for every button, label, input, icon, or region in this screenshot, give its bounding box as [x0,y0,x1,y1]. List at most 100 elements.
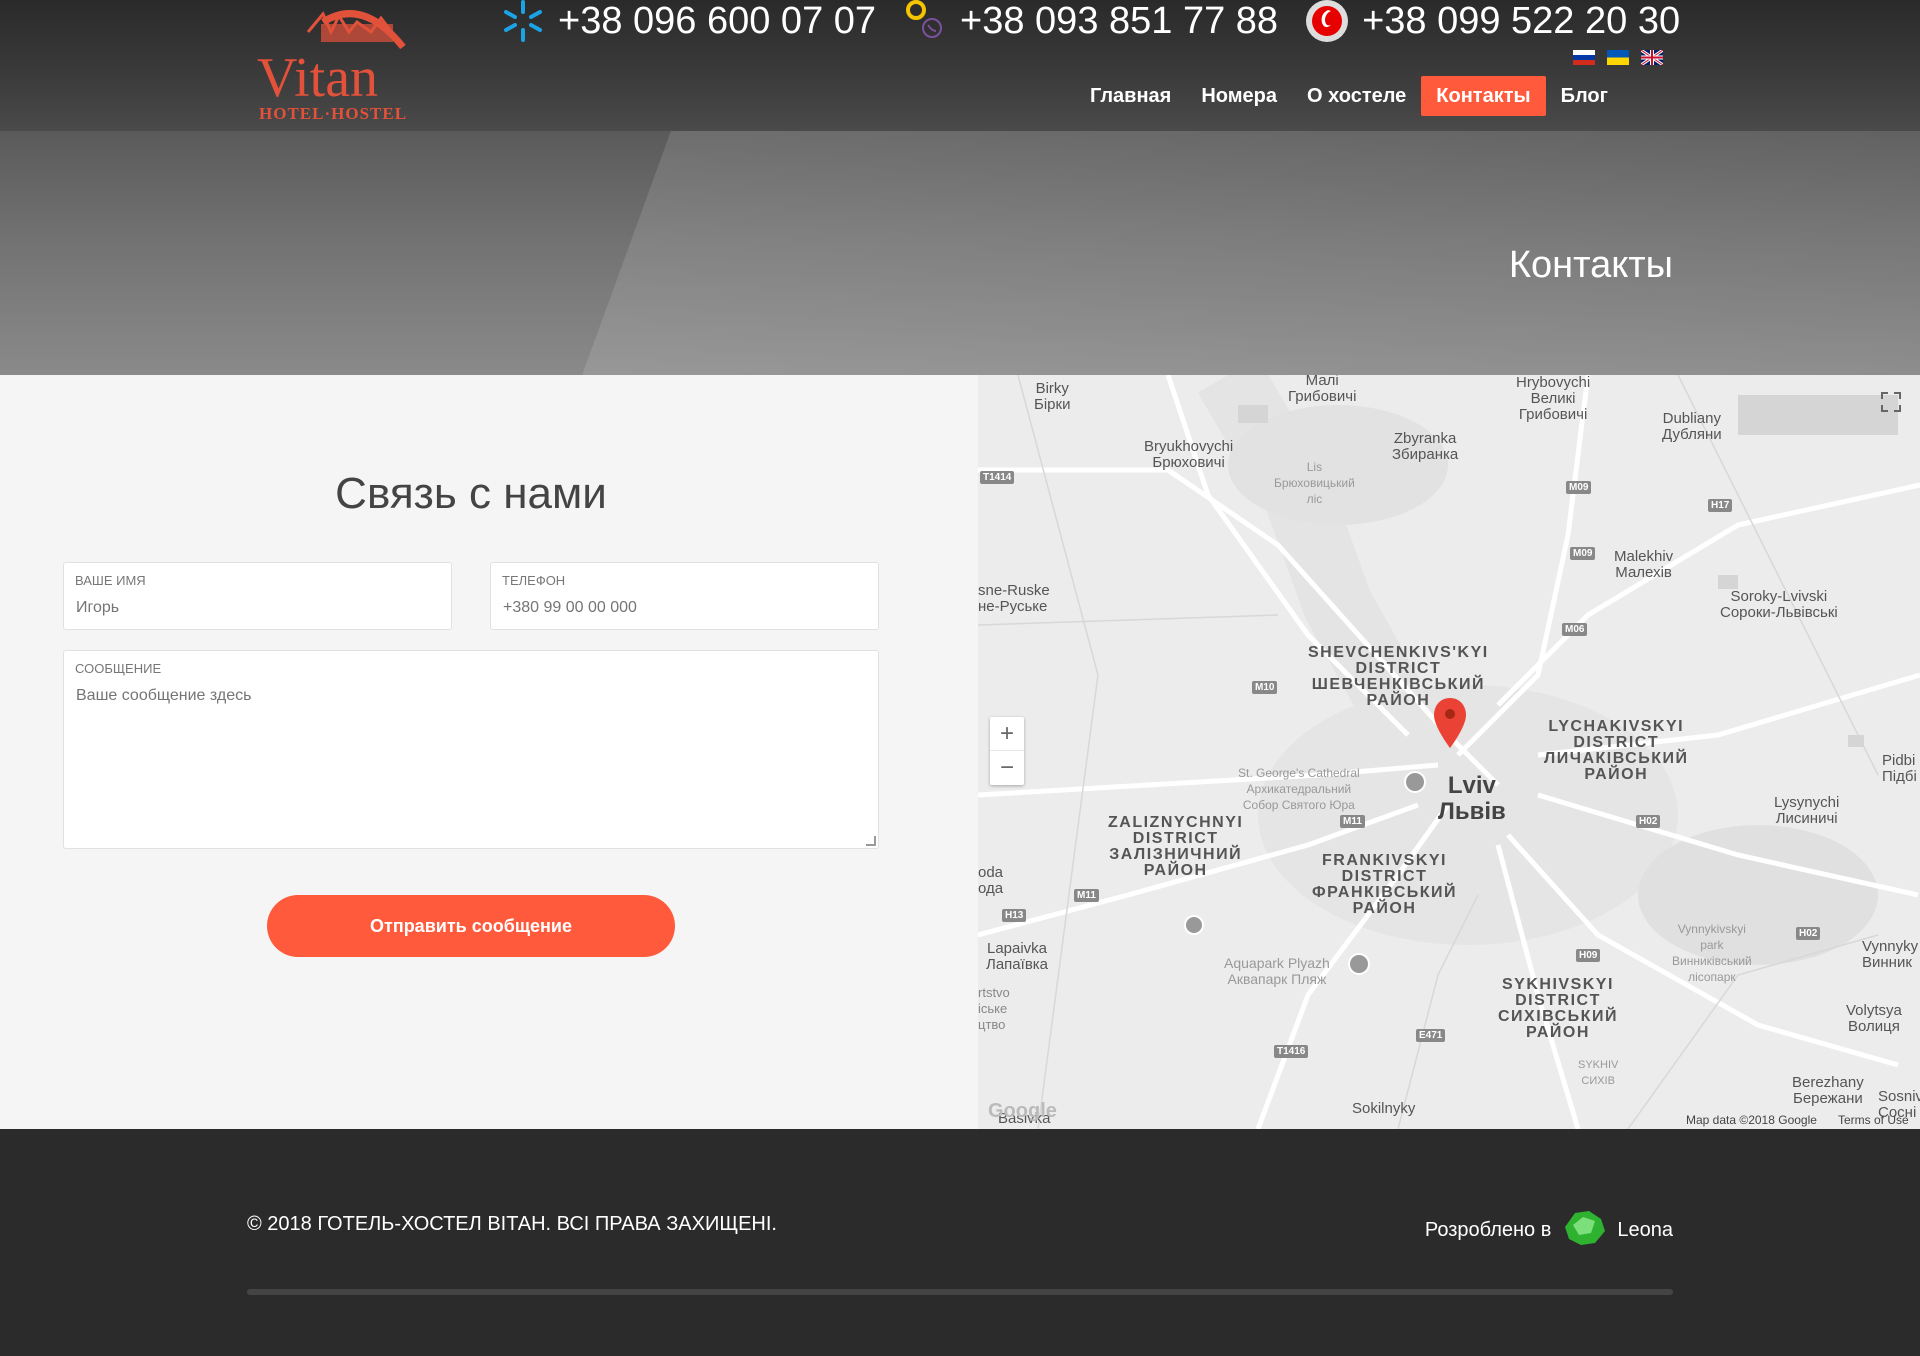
footer-divider [247,1289,1673,1295]
phone-input[interactable] [503,599,852,617]
form-title: Связь с нами [335,469,607,518]
map-label-dubliany: Dubliany Дубляни [1662,410,1722,443]
hero-shine [547,131,1920,375]
map-label-vynnyky: Vynnyky Винник [1862,938,1919,971]
zoom-in-button[interactable]: + [990,717,1024,751]
map-roads [978,375,1920,1129]
map-label-birky: Birky Бірки [1034,380,1071,413]
phone-kyivstar[interactable]: +38 096 600 07 07 [500,0,876,44]
map-label-aquapark: Aquapark Plyazh Аквапарк Пляж [1224,955,1330,987]
nav-rooms[interactable]: Номера [1186,76,1292,116]
developer-name: Leona [1617,1218,1673,1241]
road-badge: E471 [1416,1029,1446,1042]
road-badge: M09 [1570,547,1596,560]
ua-flag-icon[interactable] [1607,50,1629,65]
road-badge: M09 [1566,481,1592,494]
map-label-hrybovychi: Hrybovychi Великі Грибовичі [1516,375,1591,423]
google-map[interactable]: Birky Бірки Малі Грибовичі Hrybovychi Ве… [978,375,1920,1129]
map-label-lychakivskyi: LYCHAKIVSKYI DISTRICT ЛИЧАКІВСЬКИЙ РАЙОН [1544,718,1689,783]
road-badge: M10 [1252,681,1278,694]
nav-home[interactable]: Главная [1075,76,1186,116]
site-footer: © 2018 ГОТЕЛЬ-ХОСТЕЛ ВІТАН. ВСІ ПРАВА ЗА… [0,1129,1920,1356]
phone-vodafone[interactable]: +38 099 522 20 30 [1304,0,1680,44]
nav-about[interactable]: О хостеле [1292,76,1421,116]
ru-flag-icon[interactable] [1573,50,1595,65]
map-label-sykhivskyi: SYKHIVSKYI DISTRICT СИХІВСЬКИЙ РАЙОН [1498,976,1618,1041]
contact-section: Связь с нами ВАШЕ ИМЯ ТЕЛЕФОН СООБЩЕНИЕ … [0,375,1920,1129]
airport-poi-icon[interactable] [1184,915,1204,935]
message-label: СООБЩЕНИЕ [75,661,162,676]
map-label-rtstvo: rtstvo іське цтво [978,985,1010,1032]
map-label-lis: Lis Брюховицький ліс [1274,460,1355,506]
cathedral-poi-icon[interactable] [1404,771,1426,793]
copyright-text: © 2018 ГОТЕЛЬ-ХОСТЕЛ ВІТАН. ВСІ ПРАВА ЗА… [247,1213,777,1235]
location-pin-icon[interactable] [1434,698,1466,748]
name-field[interactable]: ВАШЕ ИМЯ [63,562,452,630]
developer-credit[interactable]: Розроблено в Leona [1425,1207,1673,1253]
road-badge: M11 [1074,889,1099,902]
resize-handle-icon[interactable] [866,836,876,846]
map-label-cathedral: St. George's Cathedral Архикатедральний … [1238,766,1360,812]
uk-flag-icon[interactable] [1641,50,1663,65]
site-header: Vitan HOTEL·HOSTEL +38 096 600 07 07 +38… [0,0,1920,131]
main-nav: Главная Номера О хостеле Контакты Блог [1075,76,1623,116]
phone-number: +38 099 522 20 30 [1362,0,1681,42]
map-label-lapaivka: Lapaivka Лапаївка [986,940,1049,973]
nav-blog[interactable]: Блог [1546,76,1623,116]
road-badge: H02 [1636,815,1661,828]
map-label-lviv: Lviv Львів [1438,772,1506,825]
road-badge: H09 [1576,949,1601,962]
road-badge: T1414 [980,471,1015,484]
map-label-sokilnyky: Sokilnyky [1352,1100,1416,1117]
logo-subtext: HOTEL·HOSTEL [259,104,408,123]
leona-logo-icon [1561,1207,1607,1253]
name-input[interactable] [76,599,425,617]
lifecell-viber-icon [902,0,948,44]
nav-contacts[interactable]: Контакты [1421,76,1546,116]
message-field[interactable]: СООБЩЕНИЕ [63,650,879,849]
google-logo[interactable]: Google [988,1100,1057,1123]
map-label-frankivskyi: FRANKIVSKYI DISTRICT ФРАНКІВСЬКИЙ РАЙОН [1312,852,1458,917]
kyivstar-icon [500,0,546,44]
map-label-zbyranka: Zbyranka Збиранка [1392,430,1459,463]
logo-text: Vitan [257,47,379,109]
map-label-vynnykivskyi: Vynnykivskyi park Винниківський лісопарк [1672,922,1752,984]
map-label-zaliznychnyi: ZALIZNYCHNYI DISTRICT ЗАЛІЗНИЧНИЙ РАЙОН [1108,814,1244,879]
aquapark-poi-icon[interactable] [1348,953,1370,975]
map-label-lysynychi: Lysynychi Лисиничі [1774,794,1840,827]
road-badge: H13 [1002,909,1027,922]
road-badge: H17 [1708,499,1733,512]
map-label-soroky: Soroky-Lvivski Сороки-Львівські [1720,588,1838,621]
phone-list: +38 096 600 07 07 +38 093 851 77 88 +38 … [500,0,1706,42]
map-label-volytsya: Volytsya Волиця [1846,1002,1902,1035]
vodafone-icon [1304,0,1350,44]
map-label-oda: oda ода [978,864,1004,897]
page-hero: Контакты [0,131,1920,375]
map-label-bryukhovychi: Bryukhovychi Брюховичі [1144,438,1234,471]
map-label-malekhiv: Malekhiv Малехів [1614,548,1674,581]
fullscreen-icon[interactable] [1880,391,1902,413]
zoom-out-button[interactable]: − [990,751,1024,785]
submit-button[interactable]: Отправить сообщение [267,895,675,957]
page-title: Контакты [1508,244,1673,286]
map-zoom-control: + − [990,717,1024,785]
map-label-sykhiv: SYKHIV СИХІВ [1578,1059,1619,1087]
road-badge: H02 [1796,927,1821,940]
phone-number: +38 096 600 07 07 [558,0,877,42]
map-label-ruske: sne-Ruske не-Руське [978,582,1050,615]
name-label: ВАШЕ ИМЯ [75,573,146,588]
message-input[interactable] [76,687,850,837]
language-switcher [1573,50,1663,65]
map-label-berezhany: Berezhany Бережани [1792,1074,1864,1107]
developer-prefix: Розроблено в [1424,1218,1552,1241]
contact-form: Связь с нами ВАШЕ ИМЯ ТЕЛЕФОН СООБЩЕНИЕ … [0,375,978,1129]
vitan-logo[interactable]: Vitan HOTEL·HOSTEL [253,2,413,124]
map-terms-link[interactable]: Terms of Use [1838,1113,1909,1127]
map-label-mali-hrybovychi: Малі Грибовичі [1288,375,1357,405]
map-label-pidbi: Pidbi Підбі [1882,752,1917,785]
phone-field[interactable]: ТЕЛЕФОН [490,562,879,630]
phone-lifecell[interactable]: +38 093 851 77 88 [902,0,1278,44]
road-badge: M06 [1562,623,1588,636]
map-data-credit: Map data ©2018 Google [1686,1113,1817,1127]
road-badge: M11 [1340,815,1365,828]
